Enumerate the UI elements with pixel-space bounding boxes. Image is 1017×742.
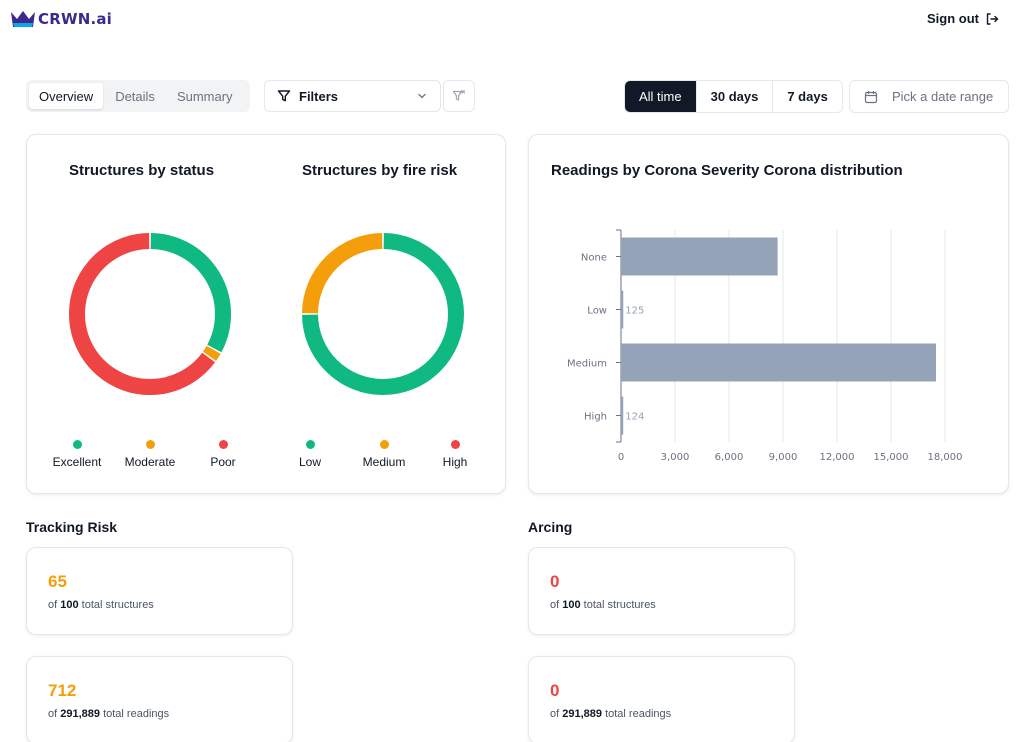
risk-chart-title: Structures by fire risk	[302, 162, 458, 179]
x-tick-label: 9,000	[769, 452, 798, 463]
risk-donut-chart	[302, 233, 464, 395]
sign-out-button[interactable]: Sign out	[927, 11, 999, 26]
stat-total: 100	[60, 599, 79, 611]
legend-label: Moderate	[124, 455, 176, 469]
stat-suffix: total structures	[583, 599, 656, 611]
view-tabs: Overview Details Summary	[26, 80, 250, 112]
sign-out-label: Sign out	[927, 11, 979, 26]
stat-value: 712	[48, 681, 77, 700]
x-tick-label: 3,000	[661, 452, 690, 463]
donut-slice-medium[interactable]	[302, 233, 383, 314]
range-7-days-button[interactable]: 7 days	[772, 81, 842, 112]
bar-low[interactable]	[621, 290, 624, 329]
legend-label: Low	[298, 455, 321, 469]
arcing-readings-card: 0 of 291,889 total readings	[528, 656, 795, 742]
stat-total: 291,889	[60, 708, 101, 720]
stat-description: of 100 total structures	[550, 599, 656, 611]
filter-clear-icon	[452, 89, 466, 101]
tracking-risk-structures-card: 65 of 100 total structures	[26, 547, 293, 635]
legend-item-poor: Poor	[203, 440, 243, 469]
range-30-days-button[interactable]: 30 days	[695, 81, 773, 112]
bar-high[interactable]	[621, 396, 624, 435]
x-tick-label: 0	[618, 452, 624, 463]
tab-details[interactable]: Details	[105, 83, 165, 109]
range-all-time-button[interactable]: All time	[625, 81, 696, 112]
logo[interactable]: CRWN.ai	[10, 9, 112, 29]
filters-dropdown[interactable]: Filters	[264, 80, 441, 112]
corona-distribution-card: Readings by Corona Severity Corona distr…	[528, 134, 1009, 494]
status-donut-chart	[69, 233, 231, 395]
corona-chart-title: Readings by Corona Severity Corona distr…	[551, 162, 903, 179]
legend-dot	[450, 440, 460, 449]
y-tick-label: None	[581, 253, 607, 264]
x-tick-label: 12,000	[820, 452, 855, 463]
stat-description: of 100 total structures	[48, 599, 154, 611]
stat-value: 65	[48, 572, 67, 591]
stat-prefix: of	[48, 599, 58, 611]
donut-slice-moderate[interactable]	[202, 345, 221, 361]
y-tick-label: Medium	[567, 359, 607, 370]
arcing-structures-card: 0 of 100 total structures	[528, 547, 795, 635]
tab-summary[interactable]: Summary	[167, 83, 243, 109]
y-tick-label: Low	[587, 306, 607, 317]
bar-none[interactable]	[621, 237, 778, 276]
donut-slice-excellent[interactable]	[150, 233, 231, 353]
logo-text: CRWN.ai	[38, 10, 113, 28]
date-range-picker[interactable]: Pick a date range	[849, 80, 1009, 113]
legend-item-excellent: Excellent	[49, 440, 105, 469]
legend-dot	[145, 440, 155, 449]
legend-item-medium: Medium	[356, 440, 412, 469]
y-tick-label: High	[584, 412, 607, 423]
stat-value: 0	[550, 572, 560, 591]
stat-suffix: total readings	[605, 708, 672, 720]
x-tick-label: 15,000	[874, 452, 909, 463]
crown-icon	[11, 11, 35, 27]
legend-label: Poor	[210, 455, 236, 469]
bar-medium[interactable]	[621, 343, 936, 382]
date-range-placeholder: Pick a date range	[892, 89, 994, 104]
time-range-group: All time 30 days 7 days	[624, 80, 843, 113]
legend-dot	[218, 440, 228, 449]
stat-total: 100	[562, 599, 581, 611]
stat-prefix: of	[550, 599, 560, 611]
tracking-risk-readings-card: 712 of 291,889 total readings	[26, 656, 293, 742]
legend-dot	[72, 440, 82, 449]
filter-icon	[277, 90, 291, 102]
donut-slice-poor[interactable]	[69, 233, 216, 395]
legend-item-low: Low	[290, 440, 330, 469]
filters-label: Filters	[299, 88, 339, 104]
stat-prefix: of	[550, 708, 560, 720]
tracking-risk-title: Tracking Risk	[26, 519, 118, 535]
bar-data-label: 125	[625, 306, 644, 317]
sign-out-icon	[986, 12, 999, 25]
stat-value: 0	[550, 681, 560, 700]
stat-total: 291,889	[562, 708, 603, 720]
calendar-icon	[864, 90, 878, 103]
bar-data-label: 124	[625, 412, 644, 423]
corona-bar-chart: 0 3,000 6,000 9,000 12,000 15,000 18,000 None Lo…	[567, 229, 963, 463]
x-tick-label: 6,000	[715, 452, 744, 463]
status-chart-title: Structures by status	[69, 162, 215, 179]
legend-label: Medium	[362, 455, 406, 469]
stat-prefix: of	[48, 708, 58, 720]
structures-charts-card: Structures by status Structures by fire …	[26, 134, 506, 494]
stat-description: of 291,889 total readings	[48, 708, 169, 720]
stat-suffix: total structures	[81, 599, 154, 611]
chevron-down-icon	[418, 93, 426, 99]
legend-dot	[305, 440, 315, 449]
legend-item-high: High	[435, 440, 475, 469]
x-tick-label: 18,000	[928, 452, 963, 463]
legend-label: Excellent	[52, 455, 102, 469]
tab-overview[interactable]: Overview	[29, 83, 104, 109]
legend-label: High	[442, 455, 468, 469]
stat-suffix: total readings	[103, 708, 170, 720]
stat-description: of 291,889 total readings	[550, 708, 671, 720]
legend-dot	[379, 440, 389, 449]
clear-filters-button[interactable]	[443, 80, 475, 112]
arcing-title: Arcing	[528, 519, 573, 535]
legend-item-moderate: Moderate	[119, 440, 181, 469]
